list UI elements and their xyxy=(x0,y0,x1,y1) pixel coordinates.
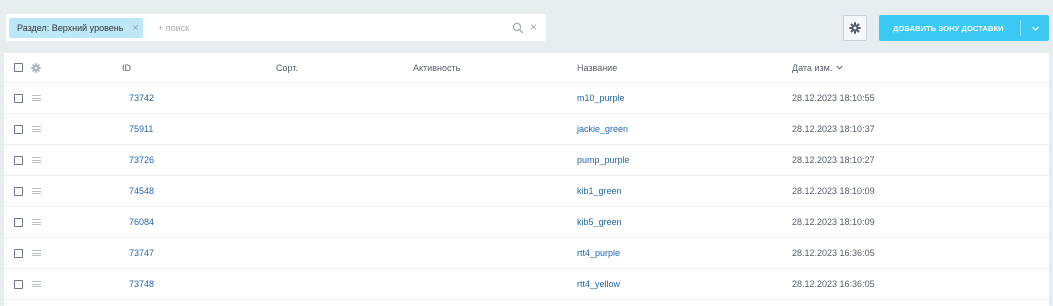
row-checkbox-cell xyxy=(14,269,23,299)
row-id[interactable]: 73747 xyxy=(129,238,154,268)
filter-tag-remove-icon[interactable]: × xyxy=(132,23,138,34)
row-id[interactable]: 74548 xyxy=(129,176,154,206)
row-checkbox[interactable] xyxy=(14,248,23,258)
row-id[interactable]: 73742 xyxy=(129,83,154,113)
filter-tag-label: Раздел: Верхний уровень xyxy=(17,23,124,33)
table-row[interactable]: 73726 pump_purple 28.12.2023 18:10:27 xyxy=(4,145,1049,176)
column-settings-cell xyxy=(31,53,41,82)
row-date: 28.12.2023 18:10:09 xyxy=(792,217,875,227)
row-id[interactable]: 73726 xyxy=(129,145,154,175)
select-all-cell xyxy=(14,53,23,82)
row-checkbox[interactable] xyxy=(14,186,23,196)
row-date: 28.12.2023 16:36:05 xyxy=(792,279,875,289)
row-checkbox-cell xyxy=(14,238,23,268)
row-id[interactable]: 75911 xyxy=(129,114,153,144)
row-date: 28.12.2023 18:10:09 xyxy=(792,186,875,196)
header-date[interactable]: Дата изм. xyxy=(792,53,843,82)
column-settings-gear-icon[interactable] xyxy=(31,62,41,73)
drag-handle-icon[interactable] xyxy=(32,126,41,132)
row-drag-cell xyxy=(32,176,41,206)
row-drag-cell xyxy=(32,145,41,175)
clear-search-icon[interactable]: × xyxy=(530,20,537,34)
row-date: 28.12.2023 18:10:37 xyxy=(792,124,875,134)
add-delivery-zone-button[interactable]: ДОБАВИТЬ ЗОНУ ДОСТАВКИ xyxy=(879,15,1049,41)
row-name[interactable]: pump_purple xyxy=(577,145,630,175)
row-checkbox-cell xyxy=(14,114,23,144)
row-checkbox[interactable] xyxy=(14,279,23,289)
drag-handle-icon[interactable] xyxy=(32,219,41,225)
grid-header: ID Сорт. Активность Название Дата изм. xyxy=(4,53,1049,83)
row-drag-cell xyxy=(32,207,41,237)
search-input[interactable] xyxy=(158,19,498,36)
drag-handle-icon[interactable] xyxy=(32,95,41,101)
row-name[interactable]: jackie_green xyxy=(577,114,628,144)
search-icon[interactable] xyxy=(512,22,524,34)
row-checkbox[interactable] xyxy=(14,93,23,103)
row-date: 28.12.2023 18:10:55 xyxy=(792,93,875,103)
table-row[interactable]: 73747 rtt4_purple 28.12.2023 16:36:05 xyxy=(4,238,1049,269)
select-all-checkbox[interactable] xyxy=(14,63,23,72)
header-id[interactable]: ID xyxy=(122,53,131,82)
chevron-down-icon xyxy=(1031,26,1039,31)
drag-handle-icon[interactable] xyxy=(32,281,41,287)
row-drag-cell xyxy=(32,238,41,268)
row-id[interactable]: 76084 xyxy=(129,207,154,237)
row-id[interactable]: 73748 xyxy=(129,269,154,299)
row-checkbox[interactable] xyxy=(14,155,23,165)
row-checkbox-cell xyxy=(14,207,23,237)
row-checkbox-cell xyxy=(14,83,23,113)
table-row[interactable]: 75911 jackie_green 28.12.2023 18:10:37 xyxy=(4,114,1049,145)
row-checkbox[interactable] xyxy=(14,124,23,134)
row-name[interactable]: rtt4_purple xyxy=(577,238,620,268)
filter-search-bar[interactable]: Раздел: Верхний уровень × × xyxy=(6,14,546,41)
row-date: 28.12.2023 16:36:05 xyxy=(792,248,875,258)
header-sort[interactable]: Сорт. xyxy=(276,53,298,82)
drag-handle-icon[interactable] xyxy=(32,188,41,194)
grid-body: 73742 m10_purple 28.12.2023 18:10:55 75911 j… xyxy=(4,83,1049,300)
row-date: 28.12.2023 18:10:27 xyxy=(792,155,875,165)
header-date-label: Дата изм. xyxy=(792,62,833,73)
gear-icon xyxy=(849,22,861,34)
row-name[interactable]: kib5_green xyxy=(577,207,622,237)
table-row[interactable]: 73742 m10_purple 28.12.2023 18:10:55 xyxy=(4,83,1049,114)
header-name[interactable]: Название xyxy=(577,53,617,82)
row-checkbox-cell xyxy=(14,145,23,175)
row-checkbox[interactable] xyxy=(14,217,23,227)
drag-handle-icon[interactable] xyxy=(32,250,41,256)
filter-tag-section[interactable]: Раздел: Верхний уровень × xyxy=(9,18,144,38)
row-checkbox-cell xyxy=(14,176,23,206)
row-drag-cell xyxy=(32,83,41,113)
settings-button[interactable] xyxy=(843,15,867,41)
row-name[interactable]: rtt4_yellow xyxy=(577,269,620,299)
sort-chevron-down-icon xyxy=(836,65,843,70)
data-grid: ID Сорт. Активность Название Дата изм. 7… xyxy=(4,53,1049,306)
row-name[interactable]: m10_purple xyxy=(577,83,625,113)
add-delivery-zone-label: ДОБАВИТЬ ЗОНУ ДОСТАВКИ xyxy=(893,23,1004,33)
row-drag-cell xyxy=(32,269,41,299)
row-drag-cell xyxy=(32,114,41,144)
table-row[interactable]: 74548 kib1_green 28.12.2023 18:10:09 xyxy=(4,176,1049,207)
table-row[interactable]: 73748 rtt4_yellow 28.12.2023 16:36:05 xyxy=(4,269,1049,300)
drag-handle-icon[interactable] xyxy=(32,157,41,163)
row-name[interactable]: kib1_green xyxy=(577,176,622,206)
add-dropdown-toggle[interactable] xyxy=(1021,26,1049,31)
table-row[interactable]: 76084 kib5_green 28.12.2023 18:10:09 xyxy=(4,207,1049,238)
header-active[interactable]: Активность xyxy=(413,53,460,82)
